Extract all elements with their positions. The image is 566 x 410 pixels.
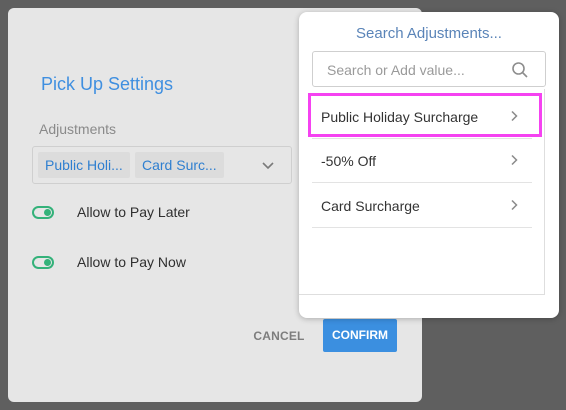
- chevron-down-icon[interactable]: [261, 158, 275, 172]
- list-item-50-off[interactable]: -50% Off: [312, 139, 532, 183]
- list-item-card-surcharge[interactable]: Card Surcharge: [312, 184, 532, 228]
- chip-card-surcharge[interactable]: Card Surc...: [135, 152, 224, 178]
- adjustments-label: Adjustments: [39, 121, 117, 137]
- chevron-right-icon: [511, 154, 518, 166]
- adjustments-dropdown: Search Adjustments... Search or Add valu…: [299, 12, 559, 318]
- list-item-label: Card Surcharge: [321, 198, 420, 214]
- search-placeholder: Search or Add value...: [327, 62, 465, 78]
- pay-now-label: Allow to Pay Now: [77, 254, 186, 270]
- adjustments-select[interactable]: Public Holi... Card Surc...: [32, 146, 292, 184]
- chevron-right-icon: [511, 199, 518, 211]
- toggle-knob: [44, 209, 51, 216]
- screen: Pick Up Settings Adjustments Public Holi…: [0, 0, 566, 410]
- cancel-button[interactable]: CANCEL: [248, 326, 310, 346]
- highlight-box: [308, 93, 542, 137]
- pay-now-toggle[interactable]: [32, 256, 54, 269]
- confirm-button[interactable]: CONFIRM: [323, 319, 397, 352]
- chip-public-holiday[interactable]: Public Holi...: [38, 152, 130, 178]
- pay-later-label: Allow to Pay Later: [77, 204, 190, 220]
- toggle-knob: [44, 259, 51, 266]
- dialog-title: Pick Up Settings: [41, 74, 174, 94]
- pay-later-toggle[interactable]: [32, 206, 54, 219]
- dropdown-title: Search Adjustments...: [356, 25, 502, 42]
- list-item-label: -50% Off: [321, 153, 376, 169]
- search-icon[interactable]: [511, 61, 529, 79]
- search-input[interactable]: Search or Add value...: [312, 51, 546, 87]
